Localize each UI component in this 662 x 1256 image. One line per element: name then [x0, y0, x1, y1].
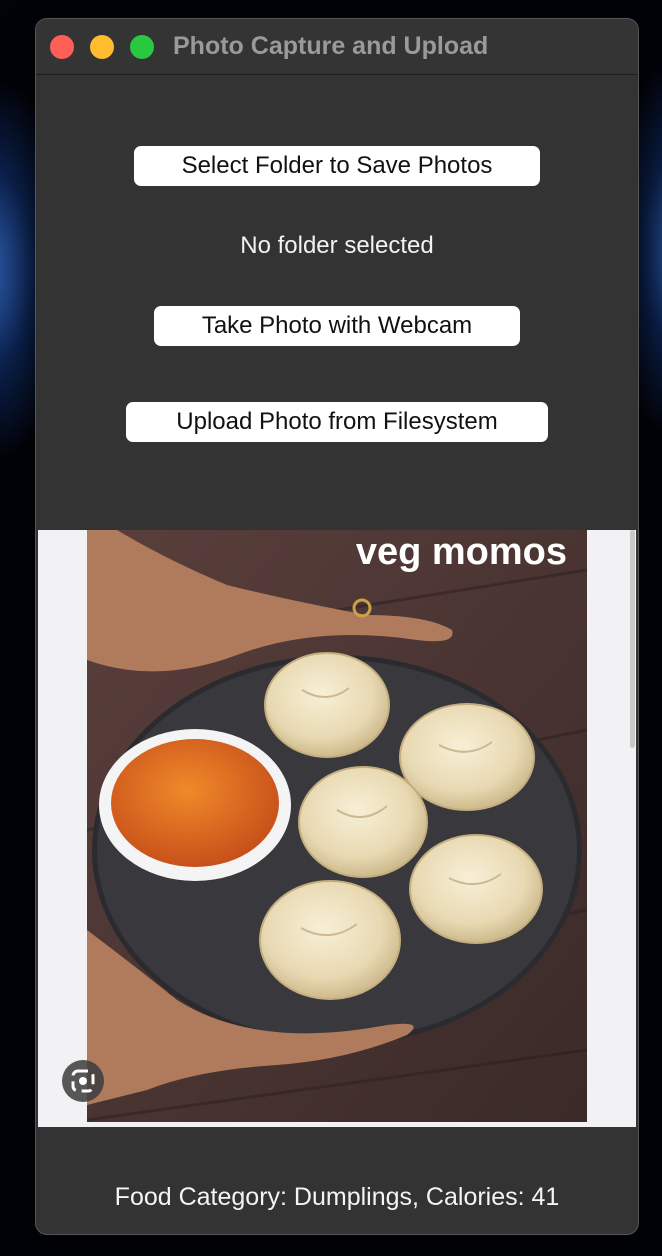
folder-status-label: No folder selected	[240, 232, 434, 259]
title-bar[interactable]: Photo Capture and Upload	[36, 19, 638, 75]
photo-preview-panel: veg momos	[38, 530, 636, 1127]
google-lens-icon[interactable]	[62, 1060, 104, 1102]
image-scrollbar[interactable]	[630, 530, 635, 748]
photo-overlay-text: veg momos	[356, 531, 567, 573]
food-photo: veg momos	[87, 530, 587, 1122]
minimize-window-button[interactable]	[90, 35, 114, 59]
upload-photo-button[interactable]: Upload Photo from Filesystem	[126, 402, 548, 442]
app-window: Photo Capture and Upload Select Folder t…	[35, 18, 639, 1235]
close-window-button[interactable]	[50, 35, 74, 59]
select-folder-button[interactable]: Select Folder to Save Photos	[134, 146, 540, 186]
window-title: Photo Capture and Upload	[173, 32, 489, 60]
take-photo-webcam-button[interactable]: Take Photo with Webcam	[154, 306, 520, 346]
food-result-label: Food Category: Dumplings, Calories: 41	[114, 1183, 560, 1211]
maximize-window-button[interactable]	[130, 35, 154, 59]
